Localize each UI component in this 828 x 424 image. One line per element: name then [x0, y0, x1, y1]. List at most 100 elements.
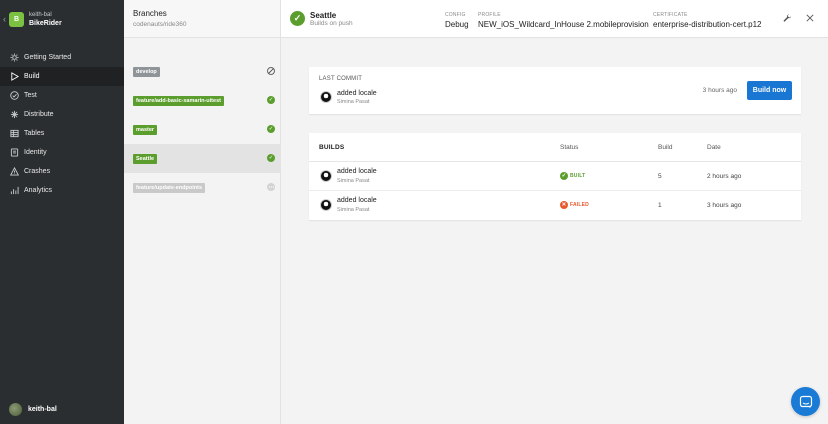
wrench-icon[interactable]: [782, 13, 792, 23]
repo-name: codenauts/ride360: [133, 21, 187, 28]
branch-row-feature-add-basic-xamarin-uitest[interactable]: feature/add-basic-xamarin-uitest ✓: [124, 86, 281, 115]
check-icon: ✓: [267, 154, 275, 162]
build-date: 2 hours ago: [707, 173, 742, 180]
branches-panel: Branches codenauts/ride360 develop featu…: [124, 0, 281, 424]
builds-header: BUILDS Status Build Date: [309, 133, 801, 162]
branch-row-seattle[interactable]: Seattle ✓: [124, 144, 281, 173]
play-icon: [9, 72, 19, 82]
profile-label: PROFILE: [478, 12, 501, 18]
profile-value: NEW_iOS_Wildcard_InHouse 2.mobileprovisi…: [478, 20, 649, 29]
branch-tag: feature/add-basic-xamarin-uitest: [133, 95, 224, 106]
branches-header: Branches codenauts/ride360: [124, 0, 280, 38]
sidebar-item-label: Test: [24, 92, 37, 99]
app-sidebar: ‹ B keith-bal BikeRider Getting Started …: [0, 0, 124, 424]
app-header[interactable]: ‹ B keith-bal BikeRider: [0, 8, 124, 32]
distribute-icon: [9, 110, 19, 120]
sidebar-item-identity[interactable]: Identity: [0, 143, 124, 162]
config-field: CONFIG Debug: [445, 12, 469, 29]
gear-icon: [9, 53, 19, 63]
sidebar-item-label: Analytics: [24, 187, 53, 194]
branch-row-master[interactable]: master ✓: [124, 115, 281, 144]
avatar: [320, 91, 332, 103]
last-commit-label: LAST COMMIT: [319, 76, 363, 82]
user-name: keith-bal: [28, 406, 57, 413]
close-icon[interactable]: [805, 13, 815, 23]
chevron-left-icon[interactable]: ‹: [3, 14, 6, 24]
build-success-icon: ✓: [290, 11, 305, 26]
sidebar-item-label: Tables: [24, 130, 45, 137]
branch-list: develop feature/add-basic-xamarin-uitest…: [124, 57, 281, 202]
build-number: 1: [658, 202, 662, 209]
id-card-icon: [9, 148, 19, 158]
pending-icon: [267, 183, 275, 191]
sidebar-item-label: Crashes: [24, 168, 51, 175]
sidebar-item-test[interactable]: Test: [0, 86, 124, 105]
sidebar-item-getting-started[interactable]: Getting Started: [0, 48, 124, 67]
sidebar-item-distribute[interactable]: Distribute: [0, 105, 124, 124]
branches-title: Branches: [133, 9, 167, 18]
branch-detail: ✓ Seattle Builds on push CONFIG Debug PR…: [281, 0, 828, 424]
branch-row-develop[interactable]: develop: [124, 57, 281, 86]
build-trigger: Builds on push: [310, 20, 353, 27]
chat-launcher-button[interactable]: [791, 387, 820, 416]
check-icon: ✓: [560, 172, 568, 180]
sidebar-item-build[interactable]: Build: [0, 67, 124, 86]
branch-tag: develop: [133, 66, 160, 77]
build-now-button[interactable]: Build now: [747, 81, 792, 100]
commit-author: Simina Pasat: [337, 178, 370, 184]
builds-title: BUILDS: [319, 144, 345, 151]
commit-author: Simina Pasat: [337, 207, 370, 213]
not-configured-icon: [267, 67, 275, 75]
date-column-header: Date: [707, 144, 721, 151]
builds-card: BUILDS Status Build Date added locale Si…: [309, 133, 801, 220]
config-value: Debug: [445, 20, 469, 29]
table-row[interactable]: added locale Simina Pasat ✓ BUILT 5 2 ho…: [309, 162, 801, 191]
status-badge: ✓ BUILT: [560, 172, 585, 180]
status-text: FAILED: [570, 202, 589, 208]
certificate-field: CERTIFICATE enterprise-distribution-cert…: [653, 12, 762, 29]
build-column-header: Build: [658, 144, 673, 151]
sidebar-item-label: Distribute: [24, 111, 54, 118]
user-menu[interactable]: keith-bal: [9, 403, 57, 416]
sidebar-item-label: Build: [24, 73, 40, 80]
avatar: [320, 170, 332, 182]
sidebar-item-crashes[interactable]: Crashes: [0, 162, 124, 181]
chat-icon: [799, 395, 812, 408]
sidebar-item-tables[interactable]: Tables: [0, 124, 124, 143]
app-name: BikeRider: [29, 20, 62, 27]
profile-field: PROFILE NEW_iOS_Wildcard_InHouse 2.mobil…: [478, 12, 649, 29]
branch-topbar: ✓ Seattle Builds on push CONFIG Debug PR…: [281, 0, 828, 38]
status-badge: ✕ FAILED: [560, 201, 589, 209]
certificate-label: CERTIFICATE: [653, 12, 688, 18]
app-owner: keith-bal: [29, 12, 52, 18]
bar-chart-icon: [9, 186, 19, 196]
commit-time: 3 hours ago: [702, 87, 737, 94]
config-label: CONFIG: [445, 12, 466, 18]
build-number: 5: [658, 173, 662, 180]
commit-author: Simina Pasat: [337, 99, 370, 105]
check-icon: ✓: [267, 96, 275, 104]
check-circle-icon: [9, 91, 19, 101]
commit-message: added locale: [337, 168, 377, 175]
tables-icon: [9, 129, 19, 139]
sidebar-item-analytics[interactable]: Analytics: [0, 181, 124, 200]
build-date: 3 hours ago: [707, 202, 742, 209]
avatar: [320, 199, 332, 211]
check-icon: ✓: [267, 125, 275, 133]
last-commit-card: LAST COMMIT added locale Simina Pasat 3 …: [309, 67, 801, 114]
table-row[interactable]: added locale Simina Pasat ✕ FAILED 1 3 h…: [309, 191, 801, 220]
branch-tag: Seattle: [133, 153, 158, 164]
commit-message: added locale: [337, 90, 377, 97]
status-column-header: Status: [560, 144, 579, 151]
warning-icon: [9, 167, 19, 177]
branch-name: Seattle: [310, 11, 337, 20]
commit-message: added locale: [337, 197, 377, 204]
branch-tag: feature/update-endpoints: [133, 182, 206, 193]
sidebar-nav: Getting Started Build Test Distribute Ta…: [0, 48, 124, 200]
sidebar-item-label: Getting Started: [24, 54, 72, 61]
x-icon: ✕: [560, 201, 568, 209]
certificate-value: enterprise-distribution-cert.p12: [653, 20, 762, 29]
branch-row-feature-update-endpoints[interactable]: feature/update-endpoints: [124, 173, 281, 202]
status-text: BUILT: [570, 173, 586, 179]
avatar: [9, 403, 22, 416]
